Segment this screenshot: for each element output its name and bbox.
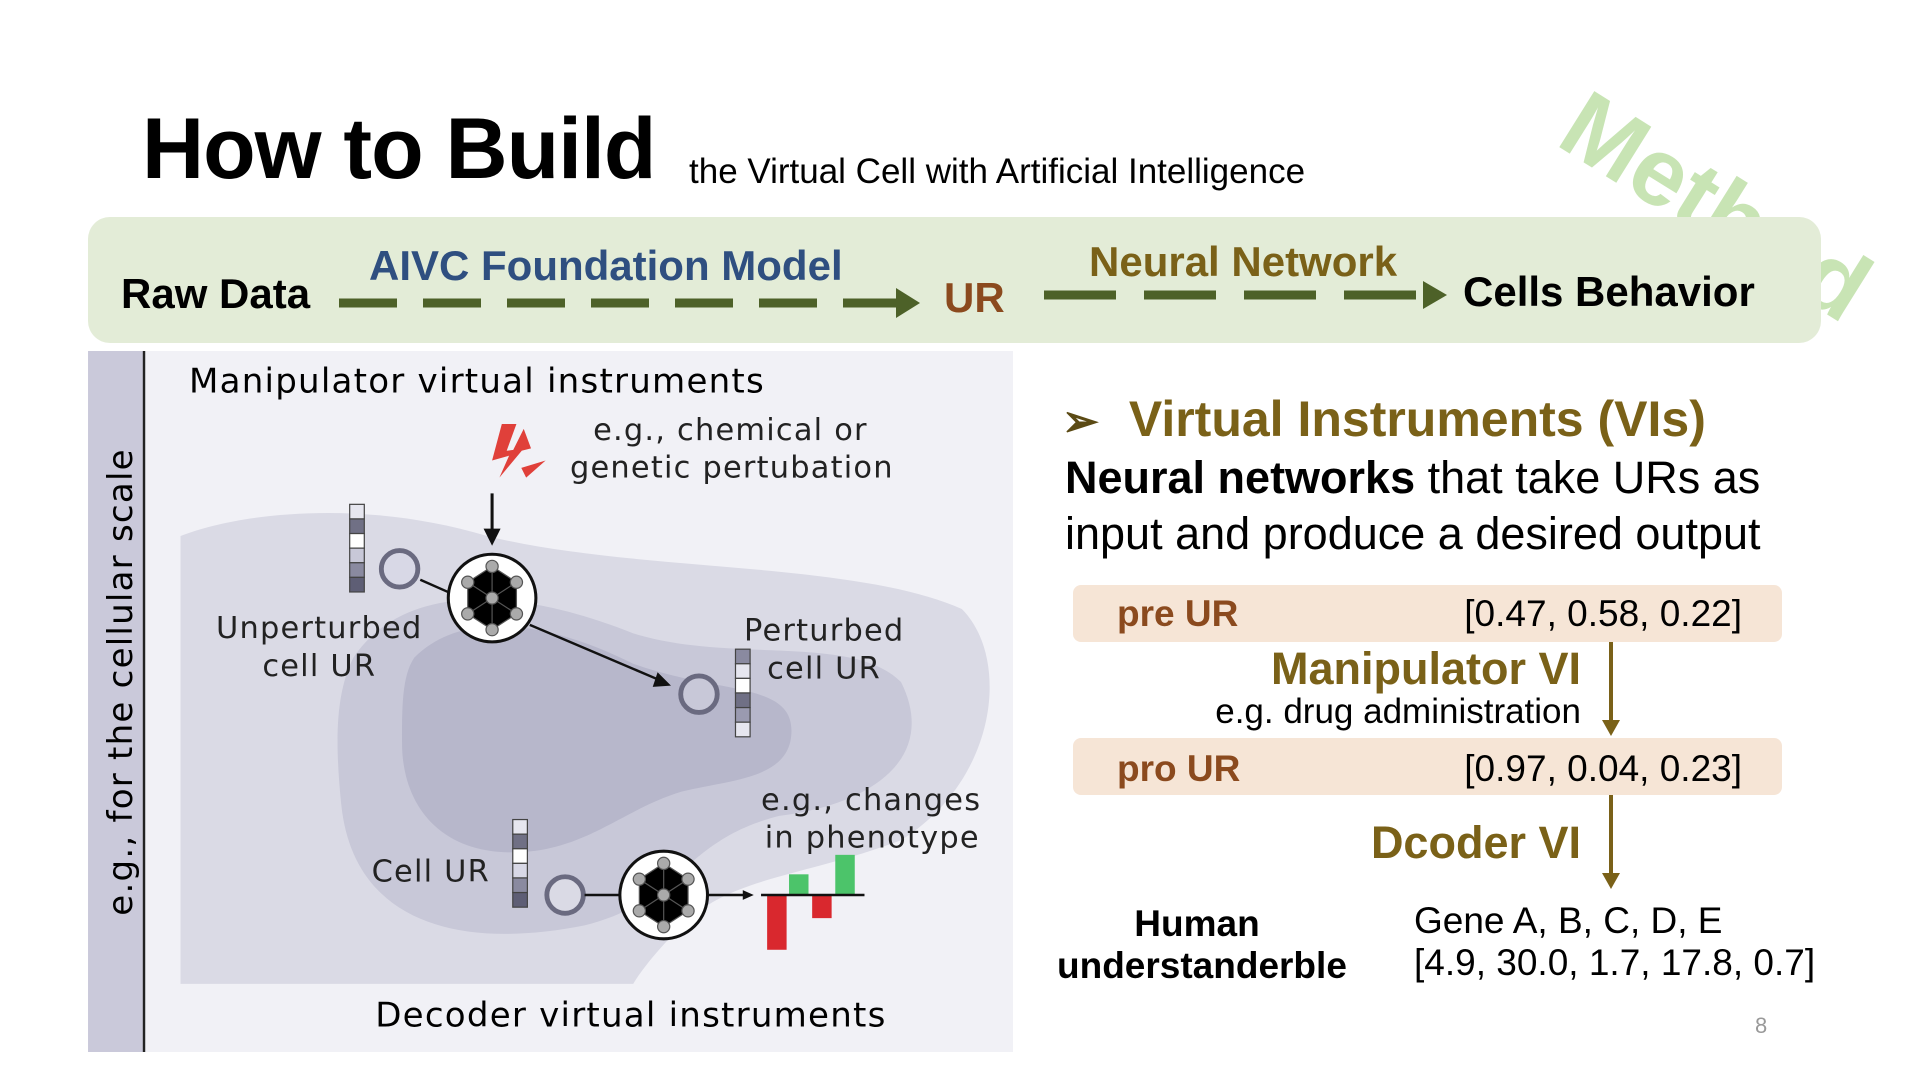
svg-text:Unperturbed: Unperturbed <box>216 611 422 646</box>
svg-text:genetic pertubation: genetic pertubation <box>570 451 894 486</box>
neural-network-icon <box>446 552 538 644</box>
neural-network-icon <box>618 849 710 941</box>
arrowhead-bullet-icon: ➢ <box>1062 397 1099 446</box>
ur-label: UR <box>944 274 1005 321</box>
ur-vector-bar <box>734 648 751 738</box>
svg-text:e.g., chemical or: e.g., chemical or <box>593 413 868 448</box>
svg-text:in phenotype: in phenotype <box>765 821 980 856</box>
manipulator-example: e.g. drug administration <box>1215 692 1581 731</box>
cells-behavior-label: Cells Behavior <box>1463 268 1755 315</box>
pre-ur-label: pre UR <box>1117 593 1239 634</box>
pipeline-arrows <box>339 281 1447 318</box>
vis-heading: ➢ Virtual Instruments (VIs) <box>1062 391 1706 447</box>
page-number: 8 <box>1755 1013 1768 1038</box>
foundation-model-label: AIVC Foundation Model <box>369 242 843 289</box>
ur-node <box>678 673 720 715</box>
vis-description: Neural networks that take URs as <box>1065 452 1761 503</box>
virtual-instruments-figure: e.g., for the cellular scale Manipulator… <box>88 351 1013 1052</box>
arrowhead-icon <box>1423 281 1447 309</box>
ur-vector-bar <box>512 818 528 908</box>
manipulator-title: Manipulator virtual instruments <box>189 361 765 401</box>
svg-text:Perturbed: Perturbed <box>744 614 904 649</box>
pro-ur-value: [0.97, 0.04, 0.23] <box>1464 748 1742 789</box>
vis-description-line2: input and produce a desired output <box>1065 508 1761 559</box>
raw-data-label: Raw Data <box>121 270 311 317</box>
arrowhead-icon <box>896 288 920 318</box>
svg-text:e.g., changes: e.g., changes <box>761 783 981 818</box>
arrow-line <box>1609 642 1613 722</box>
side-label: e.g., for the cellular scale <box>101 448 141 916</box>
svg-text:cell UR: cell UR <box>262 649 376 684</box>
decoder-title: Decoder virtual instruments <box>375 995 886 1035</box>
pre-ur-value: [0.47, 0.58, 0.22] <box>1464 593 1742 634</box>
arrow-down-icon <box>1602 720 1620 736</box>
arrow-line <box>1609 795 1613 875</box>
neural-network-label: Neural Network <box>1089 238 1398 285</box>
arrow-down-icon <box>1602 873 1620 889</box>
ur-node <box>378 548 421 590</box>
ur-vector-bar <box>349 503 365 593</box>
svg-text:cell UR: cell UR <box>767 651 881 686</box>
svg-text:Cell UR: Cell UR <box>372 855 490 890</box>
ur-node <box>544 874 586 916</box>
pro-ur-label: pro UR <box>1117 748 1241 789</box>
manipulator-vi-label: Manipulator VI <box>1270 643 1581 694</box>
gene-output: Gene A, B, C, D, E [4.9, 30.0, 1.7, 17.8,… <box>1414 900 1816 983</box>
decoder-vi-label: Dcoder VI <box>1370 817 1581 868</box>
human-understandable-label: Human understanderble <box>1057 903 1347 986</box>
